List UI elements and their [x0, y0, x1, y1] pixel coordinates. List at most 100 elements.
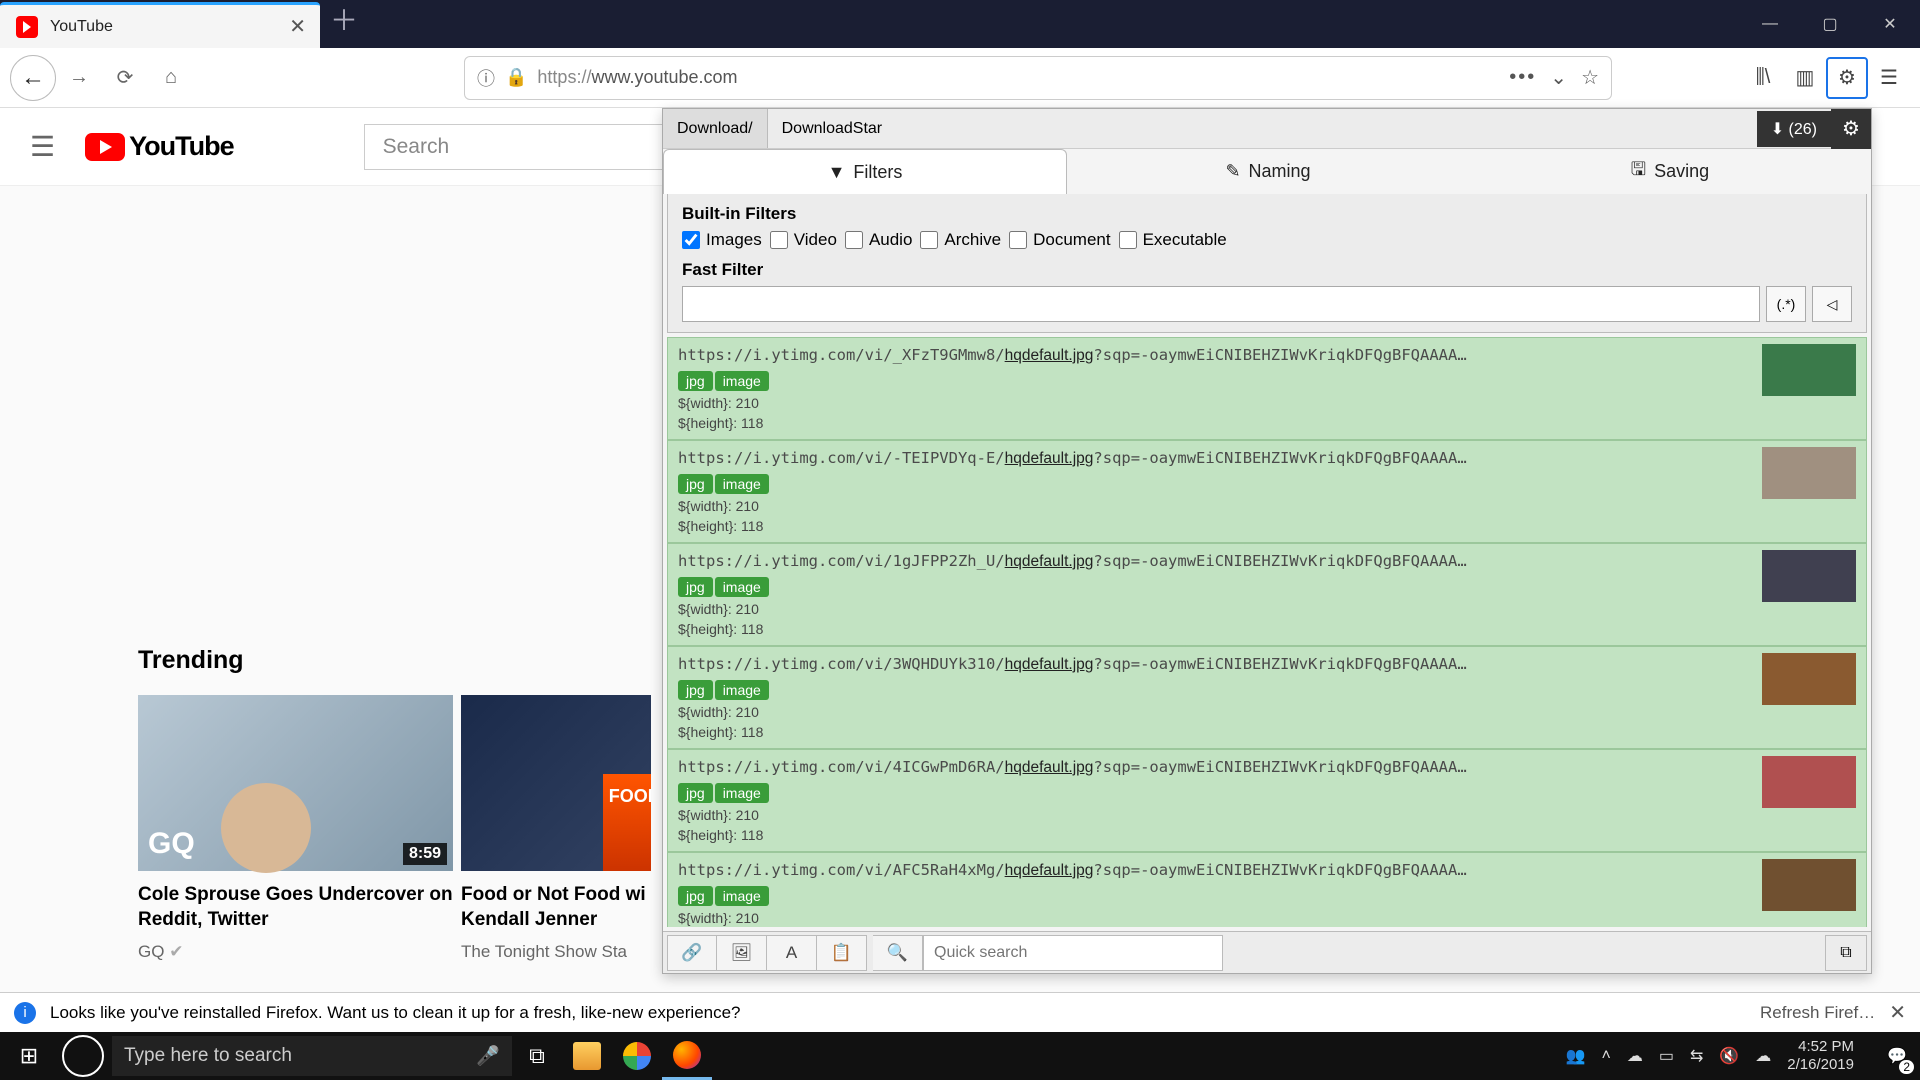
filter-audio[interactable]: Audio [845, 230, 912, 250]
clear-filter-button[interactable]: ◁ [1812, 286, 1852, 322]
taskbar-app-firefox[interactable] [662, 1032, 712, 1080]
item-width: ${width}: 210 [678, 910, 1756, 926]
quick-search-input[interactable] [923, 935, 1223, 971]
infobar-close-button[interactable]: ✕ [1889, 1000, 1906, 1025]
task-view-button[interactable]: ⧉ [512, 1032, 562, 1080]
mode-image-button[interactable]: 🖼 [717, 935, 767, 971]
item-width: ${width}: 210 [678, 807, 1756, 823]
site-info-icon[interactable]: ⓘ [477, 65, 495, 91]
tag-image: image [715, 886, 769, 906]
filter-archive[interactable]: Archive [920, 230, 1001, 250]
tab-saving[interactable]: 🖫Saving [1469, 149, 1871, 194]
result-item[interactable]: https://i.ytimg.com/vi/3WQHDUYk310/hqdef… [667, 646, 1867, 749]
fast-filter-label: Fast Filter [682, 260, 1852, 280]
bookmark-star-icon[interactable]: ☆ [1581, 65, 1599, 90]
people-icon[interactable]: 👥 [1566, 1046, 1586, 1066]
item-thumbnail [1762, 756, 1856, 808]
cortana-icon[interactable] [62, 1035, 104, 1077]
video-thumbnail: GQ 8:59 [138, 695, 453, 871]
forward-button[interactable]: → [56, 55, 102, 101]
video-card[interactable]: FOOD OR N Food or Not Food wi Kendall Je… [461, 695, 651, 962]
filter-images[interactable]: Images [682, 230, 762, 250]
filter-document[interactable]: Document [1009, 230, 1110, 250]
sidebar-icon[interactable]: ▥ [1784, 57, 1826, 99]
window-minimize-button[interactable]: ― [1740, 0, 1800, 48]
youtube-logo[interactable]: YouTube [85, 131, 233, 162]
mode-link-button[interactable]: 🔗 [667, 935, 717, 971]
breadcrumb-download[interactable]: Download/ [663, 109, 768, 148]
builtin-filters-label: Built-in Filters [682, 204, 1852, 224]
regex-button[interactable]: (.*) [1766, 286, 1806, 322]
youtube-favicon [16, 16, 38, 38]
results-list[interactable]: https://i.ytimg.com/vi/_XFzT9GMmw8/hqdef… [667, 337, 1867, 927]
mode-text-button[interactable]: A [767, 935, 817, 971]
onedrive-icon[interactable]: ☁ [1627, 1046, 1643, 1066]
menu-icon[interactable]: ☰ [1868, 57, 1910, 99]
window-close-button[interactable]: ✕ [1860, 0, 1920, 48]
filter-executable[interactable]: Executable [1119, 230, 1227, 250]
cloud-icon[interactable]: ☁ [1755, 1046, 1771, 1066]
hamburger-icon[interactable]: ☰ [30, 130, 55, 163]
start-button[interactable]: ⊞ [0, 1032, 58, 1080]
item-height: ${height}: 118 [678, 724, 1756, 740]
mic-icon[interactable]: 🎤 [476, 1044, 500, 1068]
filter-video[interactable]: Video [770, 230, 837, 250]
back-button[interactable]: ← [10, 55, 56, 101]
tab-close-button[interactable]: ✕ [289, 14, 306, 39]
firefox-infobar: i Looks like you've reinstalled Firefox.… [0, 992, 1920, 1032]
item-thumbnail [1762, 447, 1856, 499]
tag-image: image [715, 474, 769, 494]
item-thumbnail [1762, 550, 1856, 602]
result-item[interactable]: https://i.ytimg.com/vi/AFC5RaH4xMg/hqdef… [667, 852, 1867, 927]
taskbar-clock[interactable]: 4:52 PM 2/16/2019 [1787, 1038, 1854, 1074]
result-item[interactable]: https://i.ytimg.com/vi/1gJFPP2Zh_U/hqdef… [667, 543, 1867, 646]
taskbar-app-chrome[interactable] [612, 1032, 662, 1080]
item-width: ${width}: 210 [678, 704, 1756, 720]
tag-jpg: jpg [678, 783, 713, 803]
download-count-button[interactable]: ⬇ (26) [1757, 111, 1831, 147]
tab-naming[interactable]: ✎Naming [1067, 149, 1469, 194]
tab-filters[interactable]: ▼Filters [663, 149, 1067, 194]
address-bar[interactable]: ⓘ 🔒 https:// www.youtube.com ••• ⌄ ☆ [464, 56, 1612, 100]
new-tab-button[interactable]: ＋ [326, 6, 362, 42]
reload-button[interactable]: ⟳ [102, 55, 148, 101]
save-icon: 🖫 [1631, 157, 1646, 187]
tray-chevron-icon[interactable]: ˄ [1601, 1047, 1610, 1065]
result-item[interactable]: https://i.ytimg.com/vi/-TEIPVDYq-E/hqdef… [667, 440, 1867, 543]
notification-center-button[interactable]: 💬2 [1874, 1032, 1920, 1080]
item-thumbnail [1762, 653, 1856, 705]
tag-jpg: jpg [678, 680, 713, 700]
battery-icon[interactable]: ▭ [1659, 1046, 1674, 1066]
video-card[interactable]: GQ 8:59 Cole Sprouse Goes Undercover on … [138, 695, 453, 962]
downloadstar-popup: Download/ DownloadStar ⬇ (26) ⚙ ▼Filters… [662, 108, 1872, 974]
copy-button[interactable]: ⧉ [1825, 935, 1867, 971]
page-actions-icon[interactable]: ••• [1509, 66, 1536, 89]
item-url: https://i.ytimg.com/vi/_XFzT9GMmw8/hqdef… [678, 346, 1756, 365]
tag-image: image [715, 680, 769, 700]
settings-button[interactable]: ⚙ [1831, 109, 1871, 149]
home-button[interactable]: ⌂ [148, 55, 194, 101]
extension-gear-icon[interactable]: ⚙ [1826, 57, 1868, 99]
wifi-icon[interactable]: ⇆ [1690, 1046, 1703, 1066]
item-url: https://i.ytimg.com/vi/3WQHDUYk310/hqdef… [678, 655, 1756, 674]
result-item[interactable]: https://i.ytimg.com/vi/4ICGwPmD6RA/hqdef… [667, 749, 1867, 852]
volume-icon[interactable]: 🔇 [1719, 1046, 1739, 1066]
window-maximize-button[interactable]: ▢ [1800, 0, 1860, 48]
taskbar-app-explorer[interactable] [562, 1032, 612, 1080]
fast-filter-input[interactable] [682, 286, 1760, 322]
refresh-firefox-button[interactable]: Refresh Firef… [1760, 1003, 1875, 1023]
breadcrumb-downloadstar[interactable]: DownloadStar [768, 120, 897, 138]
youtube-play-icon [85, 133, 125, 161]
pocket-icon[interactable]: ⌄ [1550, 65, 1567, 90]
tag-image: image [715, 783, 769, 803]
mode-clipboard-button[interactable]: 📋 [817, 935, 867, 971]
item-width: ${width}: 210 [678, 498, 1756, 514]
result-item[interactable]: https://i.ytimg.com/vi/_XFzT9GMmw8/hqdef… [667, 337, 1867, 440]
browser-tab-active[interactable]: YouTube ✕ [0, 2, 320, 48]
tag-jpg: jpg [678, 371, 713, 391]
taskbar-search[interactable]: Type here to search 🎤 [112, 1036, 512, 1076]
library-icon[interactable]: ⫼\ [1742, 57, 1784, 99]
item-width: ${width}: 210 [678, 395, 1756, 411]
search-icon: 🔍 [873, 935, 923, 971]
tag-image: image [715, 371, 769, 391]
